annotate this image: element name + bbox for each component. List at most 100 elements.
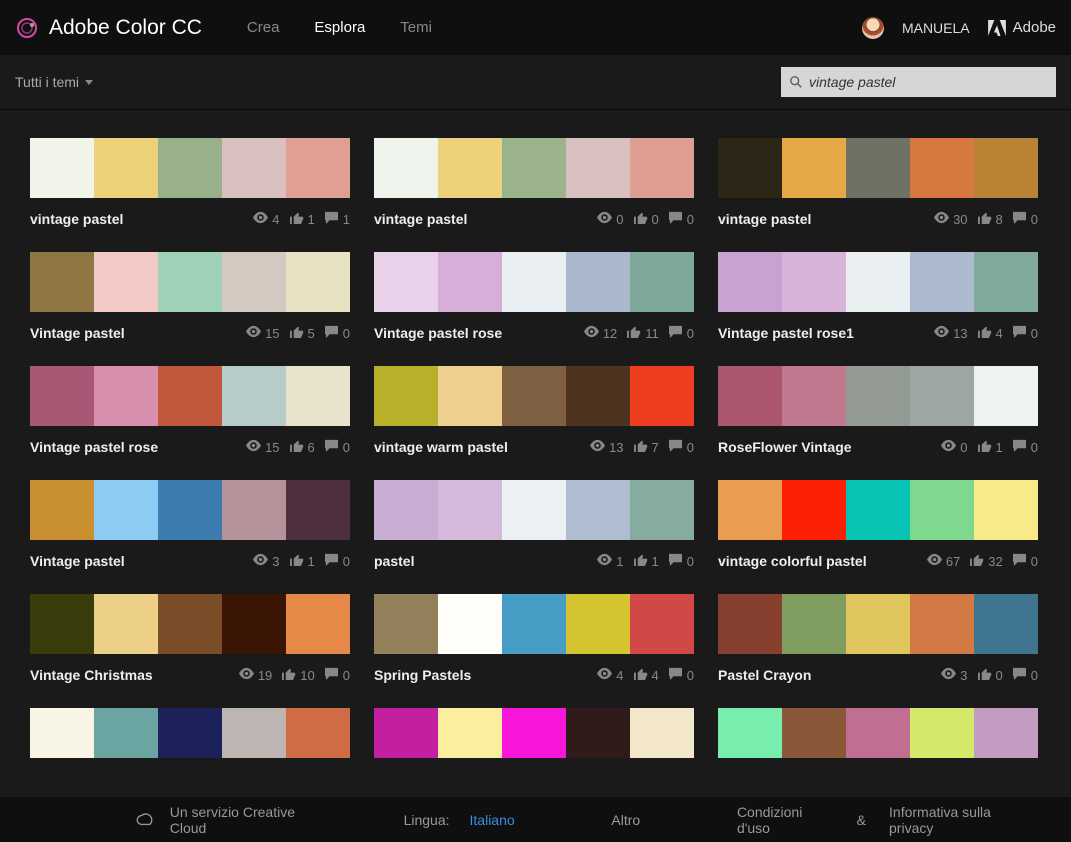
likes-stat[interactable]: 5 <box>289 325 315 341</box>
likes-stat[interactable]: 1 <box>289 553 315 569</box>
swatch-row <box>30 252 350 312</box>
color-swatch <box>30 594 94 654</box>
theme-meta: Vintage Christmas19100 <box>30 664 350 686</box>
likes-stat[interactable]: 6 <box>289 439 315 455</box>
nav-temi[interactable]: Temi <box>400 19 432 36</box>
username[interactable]: MANUELA <box>902 20 970 36</box>
nav-esplora[interactable]: Esplora <box>314 19 365 36</box>
theme-card[interactable]: vintage colorful pastel67320 <box>718 480 1038 572</box>
theme-card[interactable]: vintage warm pastel1370 <box>374 366 694 458</box>
theme-meta: Vintage pastel rose12110 <box>374 322 694 344</box>
search-box[interactable] <box>781 67 1056 97</box>
comments-stat[interactable]: 0 <box>324 667 350 683</box>
eye-icon <box>934 325 949 341</box>
footer-privacy[interactable]: Informativa sulla privacy <box>889 804 1031 836</box>
comments-stat[interactable]: 0 <box>668 439 694 455</box>
likes-stat[interactable]: 0 <box>633 211 659 227</box>
eye-icon <box>253 211 268 227</box>
comments-stat[interactable]: 0 <box>1012 439 1038 455</box>
search-input[interactable] <box>809 74 1048 90</box>
swatch-row <box>718 708 1038 758</box>
likes-stat[interactable]: 4 <box>633 667 659 683</box>
theme-card[interactable]: Vintage pastel1550 <box>30 252 350 344</box>
likes-stat[interactable]: 11 <box>626 325 659 341</box>
theme-card[interactable] <box>30 708 350 758</box>
theme-stats: 110 <box>597 553 694 569</box>
color-swatch <box>158 252 222 312</box>
theme-card[interactable]: vintage pastel3080 <box>718 138 1038 230</box>
theme-card[interactable] <box>718 708 1038 758</box>
color-swatch <box>846 480 910 540</box>
comments-count: 0 <box>1031 326 1038 341</box>
comments-count: 0 <box>343 554 350 569</box>
eye-icon <box>941 439 956 455</box>
swatch-row <box>718 138 1038 198</box>
likes-stat[interactable]: 10 <box>281 667 314 683</box>
comments-stat[interactable]: 0 <box>324 439 350 455</box>
theme-card[interactable]: Vintage pastel rose1560 <box>30 366 350 458</box>
nav-crea[interactable]: Crea <box>247 19 280 36</box>
color-swatch <box>846 708 910 758</box>
comments-stat[interactable]: 0 <box>1012 553 1038 569</box>
likes-stat[interactable]: 7 <box>633 439 659 455</box>
theme-card[interactable]: vintage pastel000 <box>374 138 694 230</box>
likes-count: 32 <box>988 554 1002 569</box>
comment-icon <box>1012 325 1027 341</box>
comments-stat[interactable]: 0 <box>668 325 694 341</box>
theme-card[interactable]: vintage pastel411 <box>30 138 350 230</box>
likes-count: 5 <box>308 326 315 341</box>
color-swatch <box>374 594 438 654</box>
filter-dropdown[interactable]: Tutti i temi <box>15 74 93 90</box>
color-swatch <box>718 708 782 758</box>
theme-meta: pastel110 <box>374 550 694 572</box>
comments-stat[interactable]: 0 <box>668 211 694 227</box>
theme-card[interactable]: pastel110 <box>374 480 694 572</box>
likes-stat[interactable]: 8 <box>977 211 1003 227</box>
theme-card[interactable]: Pastel Crayon300 <box>718 594 1038 686</box>
color-swatch <box>566 366 630 426</box>
footer-terms[interactable]: Condizioni d'uso <box>737 804 834 836</box>
theme-card[interactable]: Vintage pastel rose12110 <box>374 252 694 344</box>
color-swatch <box>910 138 974 198</box>
footer-lang-value[interactable]: Italiano <box>470 812 515 828</box>
color-swatch <box>910 594 974 654</box>
thumbs-up-icon <box>289 439 304 455</box>
likes-stat[interactable]: 1 <box>977 439 1003 455</box>
comments-stat[interactable]: 0 <box>1012 667 1038 683</box>
comment-icon <box>668 439 683 455</box>
likes-stat[interactable]: 1 <box>633 553 659 569</box>
comments-stat[interactable]: 0 <box>668 553 694 569</box>
theme-meta: vintage pastel3080 <box>718 208 1038 230</box>
likes-stat[interactable]: 1 <box>289 211 315 227</box>
footer-more[interactable]: Altro <box>611 812 640 828</box>
theme-card[interactable]: Vintage pastel310 <box>30 480 350 572</box>
footer: Un servizio Creative Cloud Lingua: Itali… <box>0 797 1071 842</box>
views-count: 0 <box>616 212 623 227</box>
likes-stat[interactable]: 32 <box>969 553 1002 569</box>
theme-card[interactable]: RoseFlower Vintage010 <box>718 366 1038 458</box>
comments-stat[interactable]: 0 <box>668 667 694 683</box>
comments-stat[interactable]: 0 <box>324 553 350 569</box>
color-swatch <box>374 366 438 426</box>
comments-stat[interactable]: 0 <box>1012 211 1038 227</box>
likes-stat[interactable]: 4 <box>977 325 1003 341</box>
avatar[interactable] <box>862 17 884 39</box>
comments-stat[interactable]: 0 <box>1012 325 1038 341</box>
color-swatch <box>502 366 566 426</box>
theme-card[interactable]: Vintage pastel rose11340 <box>718 252 1038 344</box>
theme-stats: 440 <box>597 667 694 683</box>
color-swatch <box>286 708 350 758</box>
color-swatch <box>374 252 438 312</box>
theme-name: Vintage pastel rose <box>30 439 158 455</box>
filter-label: Tutti i temi <box>15 74 79 90</box>
theme-card[interactable] <box>374 708 694 758</box>
comments-stat[interactable]: 0 <box>324 325 350 341</box>
comments-count: 0 <box>1031 668 1038 683</box>
likes-stat[interactable]: 0 <box>977 667 1003 683</box>
theme-card[interactable]: Vintage Christmas19100 <box>30 594 350 686</box>
adobe-brand[interactable]: Adobe <box>988 19 1056 36</box>
comments-stat[interactable]: 1 <box>324 211 350 227</box>
color-swatch <box>974 708 1038 758</box>
swatch-row <box>374 252 694 312</box>
theme-card[interactable]: Spring Pastels440 <box>374 594 694 686</box>
